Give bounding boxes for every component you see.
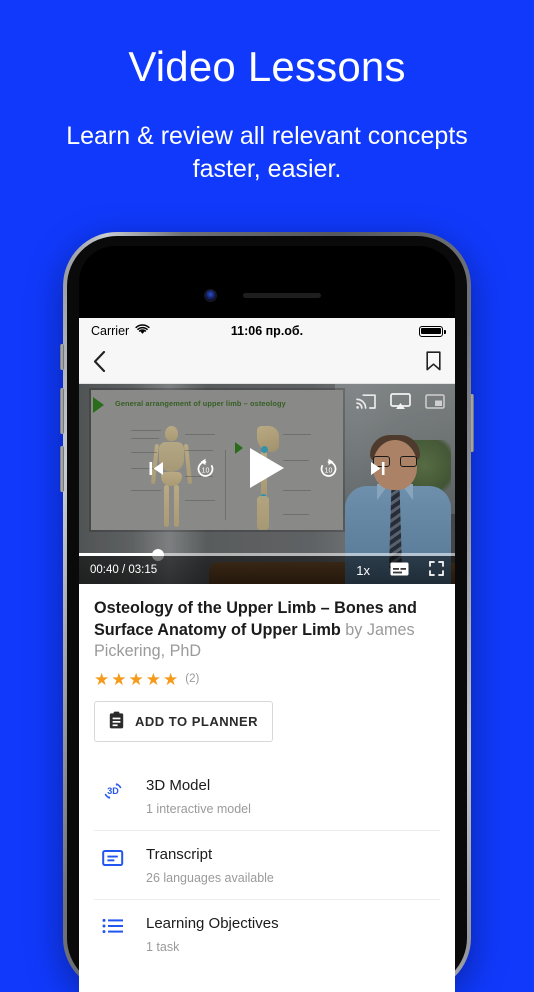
list-item-transcript[interactable]: Transcript 26 languages available [94, 829, 440, 899]
list-item-body: Learning Objectives 1 task [146, 915, 279, 954]
app-screen: Carrier 11:06 пр.об. General arrangement… [79, 318, 455, 992]
video-player[interactable]: General arrangement of upper limb – oste… [79, 384, 455, 584]
promo-subtitle: Learn & review all relevant concepts fas… [66, 122, 468, 184]
battery-full-icon [419, 325, 446, 337]
playback-speed-button[interactable]: 1x [356, 563, 370, 578]
video-time-display: 00:40 / 03:15 [90, 564, 158, 576]
nav-bar [79, 344, 455, 384]
status-bar-right [419, 325, 446, 337]
list-item-title: 3D Model [146, 776, 211, 794]
promo-header: Video Lessons Learn & review all relevan… [0, 0, 534, 186]
rating-count: (2) [185, 673, 200, 686]
phone-volume-up-button[interactable] [60, 388, 64, 434]
clipboard-icon [109, 711, 124, 732]
svg-text:10: 10 [325, 467, 333, 474]
bookmark-button[interactable] [426, 351, 441, 376]
video-transport-controls: 10 10 [79, 446, 455, 495]
list-item-title: Transcript [146, 845, 213, 863]
star-icon: ★ [111, 669, 127, 689]
list-item-subtitle: 1 task [146, 939, 180, 954]
video-bottom-bar: 00:40 / 03:15 1x [79, 556, 455, 584]
list-item-subtitle: 1 interactive model [146, 801, 251, 816]
star-icon: ★ [128, 669, 144, 689]
play-icon[interactable] [246, 446, 288, 495]
rating: ★ ★ ★ ★ ★ (2) [94, 671, 440, 688]
star-icon: ★ [163, 669, 179, 689]
star-icon: ★ [94, 669, 110, 689]
3d-model-icon: 3D [100, 777, 126, 803]
transcript-icon [100, 846, 126, 868]
earpiece-speaker [243, 293, 321, 298]
status-bar-left: Carrier [91, 324, 150, 338]
learning-objectives-icon [100, 915, 126, 935]
list-item-body: 3D Model 1 interactive model [146, 777, 251, 816]
lesson-title: Osteology of the Upper Limb – Bones and … [94, 598, 440, 663]
phone-silence-switch[interactable] [60, 344, 64, 370]
wifi-icon [135, 324, 150, 338]
captions-icon[interactable] [390, 562, 409, 579]
lesson-by-label: by [345, 620, 363, 639]
list-item-learning-objectives[interactable]: Learning Objectives 1 task [94, 898, 440, 968]
list-item-title: Learning Objectives [146, 914, 279, 932]
cast-icon[interactable] [356, 393, 376, 415]
fullscreen-icon[interactable] [429, 561, 444, 579]
carrier-label: Carrier [91, 324, 130, 338]
svg-text:3D: 3D [107, 786, 119, 796]
list-item-3d-model[interactable]: 3D 3D Model 1 interactive model [94, 762, 440, 830]
list-item-body: Transcript 26 languages available [146, 846, 274, 885]
status-bar: Carrier 11:06 пр.об. [79, 318, 455, 344]
airplay-icon[interactable] [390, 393, 411, 415]
lesson-details: Osteology of the Upper Limb – Bones and … [79, 584, 455, 968]
skip-next-icon[interactable] [369, 460, 386, 482]
list-item-subtitle: 26 languages available [146, 870, 274, 885]
page-title: Video Lessons [128, 43, 406, 90]
back-button[interactable] [93, 350, 106, 377]
star-icon: ★ [145, 669, 161, 689]
front-camera-icon [205, 290, 216, 301]
forward-10-icon[interactable]: 10 [318, 458, 339, 484]
phone-volume-down-button[interactable] [60, 446, 64, 492]
resource-list: 3D 3D Model 1 interactive model Transcri… [94, 762, 440, 968]
video-top-controls [356, 393, 445, 415]
phone-power-button[interactable] [470, 394, 474, 452]
picture-in-picture-icon[interactable] [425, 394, 445, 414]
add-to-planner-button[interactable]: ADD TO PLANNER [94, 700, 274, 742]
video-bottom-right: 1x [356, 561, 444, 579]
skip-previous-icon[interactable] [148, 460, 165, 482]
svg-text:10: 10 [202, 467, 210, 474]
phone-mockup: Carrier 11:06 пр.об. General arrangement… [60, 232, 474, 992]
add-to-planner-label: ADD TO PLANNER [135, 713, 259, 729]
replay-10-icon[interactable]: 10 [195, 458, 216, 484]
